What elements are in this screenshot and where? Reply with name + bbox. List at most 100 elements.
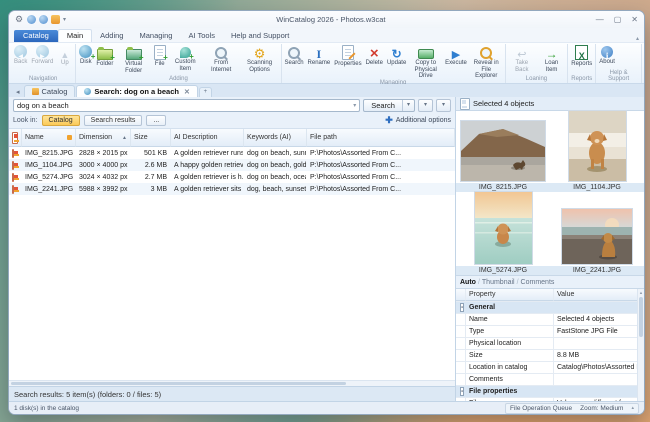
property-row-size[interactable]: Size 8.8 MB — [456, 350, 644, 362]
file-button[interactable]: File — [152, 44, 168, 68]
search-input-box[interactable]: ▾ — [13, 99, 360, 112]
scrollbar-thumb[interactable] — [639, 297, 643, 337]
loan-item-button[interactable]: Loan Item — [537, 44, 566, 73]
search-option-button-1[interactable]: ▾ — [418, 99, 433, 112]
execute-button[interactable]: Execute — [443, 44, 469, 67]
column-header-name[interactable]: Name — [22, 129, 76, 147]
look-in-search-results-chip[interactable]: Search results — [84, 115, 143, 126]
up-button[interactable]: Up — [55, 44, 74, 67]
properties-button[interactable]: Properties — [332, 44, 363, 68]
column-header-dimension[interactable]: Dimension▲ — [76, 129, 131, 147]
cell-keywords[interactable]: dog, beach, sunset, golden retriever, sa… — [244, 183, 307, 195]
cell-file-path[interactable]: P:\Photos\Assorted From C... — [307, 171, 455, 183]
cell-size[interactable]: 3 MB — [131, 183, 171, 195]
column-header-file-path[interactable]: File path — [307, 129, 455, 147]
tab-managing[interactable]: Managing — [131, 30, 180, 42]
property-group-file-properties[interactable]: - File properties — [456, 386, 644, 398]
property-row-location-in-catalog[interactable]: Location in catalog Catalog\Photos\Assor… — [456, 362, 644, 374]
cell-file-path[interactable]: P:\Photos\Assorted From C... — [307, 183, 455, 195]
cell-name[interactable]: IMG_8215.JPG — [22, 147, 76, 159]
property-group-general[interactable]: - General — [456, 302, 644, 314]
ribbon-collapse-icon[interactable]: ▴ — [636, 35, 639, 42]
cell-keywords[interactable]: dog on beach, sunrise landscape, water r… — [244, 147, 307, 159]
redo-icon[interactable] — [39, 15, 48, 24]
search-input[interactable] — [17, 101, 353, 110]
cell-keywords[interactable]: dog on beach, golden retriever, ocean wa… — [244, 159, 307, 171]
file-operation-queue-button[interactable]: File Operation Queue — [510, 405, 572, 412]
minimize-button[interactable]: — — [596, 16, 604, 24]
doc-tab-catalog[interactable]: Catalog — [24, 85, 76, 97]
cell-ai-description[interactable]: A golden retriever sits ... — [171, 183, 244, 195]
thumbnail-img-2241[interactable]: IMG_2241.JPG — [550, 192, 644, 275]
rename-button[interactable]: Rename — [306, 44, 333, 67]
delete-button[interactable]: Delete — [364, 44, 385, 67]
look-in-catalog-chip[interactable]: Catalog — [42, 115, 80, 126]
cell-dimension[interactable]: 3000 × 4000 px — [76, 159, 131, 171]
property-row-filename[interactable]: Filename Values are different for vario.… — [456, 398, 644, 401]
about-button[interactable]: About — [597, 44, 617, 66]
thumbnail-img-8215[interactable]: IMG_8215.JPG — [456, 111, 550, 192]
tab-scroll-left-icon[interactable]: ◂ — [13, 88, 23, 97]
cell-size[interactable]: 501 KB — [131, 147, 171, 159]
value-column-header[interactable]: Value — [554, 289, 644, 301]
cell-keywords[interactable]: dog on beach, ocean water, sunset, golde… — [244, 171, 307, 183]
tab-auto[interactable]: Auto — [460, 279, 476, 286]
cell-name[interactable]: IMG_1104.JPG — [22, 159, 76, 171]
cell-size[interactable]: 2.7 MB — [131, 171, 171, 183]
property-column-header[interactable]: Property — [466, 289, 554, 301]
collapse-icon[interactable]: - — [460, 387, 464, 396]
additional-options-button[interactable]: ✚ Additional options — [385, 115, 451, 126]
scrollbar-thumb[interactable] — [11, 382, 346, 385]
look-in-more-button[interactable]: ... — [146, 115, 166, 126]
column-header-size[interactable]: Size — [131, 129, 171, 147]
column-header-keywords[interactable]: Keywords (AI) — [244, 129, 307, 147]
forward-button[interactable]: Forward — [29, 44, 55, 66]
thumbnail-img-1104[interactable]: IMG_1104.JPG — [550, 111, 644, 192]
tab-help-support[interactable]: Help and Support — [223, 30, 297, 42]
cell-dimension[interactable]: 3024 × 4032 px — [76, 171, 131, 183]
cell-ai-description[interactable]: A golden retriever is h... — [171, 171, 244, 183]
catalog-file-button[interactable]: Catalog — [14, 30, 58, 42]
tab-thumbnail[interactable]: Thumbnail — [482, 279, 515, 286]
zoom-dropdown-icon[interactable]: ▴ — [631, 405, 634, 411]
cell-ai-description[interactable]: A golden retriever runs... — [171, 147, 244, 159]
scanning-options-button[interactable]: Scanning Options — [240, 44, 280, 73]
update-button[interactable]: Update — [385, 44, 408, 67]
cell-dimension[interactable]: 2828 × 2015 px — [76, 147, 131, 159]
undo-icon[interactable] — [27, 15, 36, 24]
cell-ai-description[interactable]: A happy golden retriev... — [171, 159, 244, 171]
property-row-name[interactable]: Name Selected 4 objects — [456, 314, 644, 326]
thumbnail-img-5274[interactable]: IMG_5274.JPG — [456, 192, 550, 275]
cell-file-path[interactable]: P:\Photos\Assorted From C... — [307, 159, 455, 171]
horizontal-scrollbar[interactable] — [9, 380, 455, 386]
save-icon[interactable] — [51, 15, 60, 24]
maximize-button[interactable]: ▢ — [614, 16, 622, 24]
take-back-button[interactable]: Take Back — [507, 44, 537, 73]
cell-name[interactable]: IMG_2241.JPG — [22, 183, 76, 195]
property-row-physical-location[interactable]: Physical location — [456, 338, 644, 350]
search-option-button-2[interactable]: ▾ — [436, 99, 451, 112]
virtual-folder-button[interactable]: Virtual Folder — [115, 44, 151, 74]
property-row-comments[interactable]: Comments — [456, 374, 644, 386]
scroll-up-icon[interactable]: ▲ — [638, 289, 644, 296]
cell-file-path[interactable]: P:\Photos\Assorted From C... — [307, 147, 455, 159]
from-internet-button[interactable]: From Internet — [203, 44, 240, 73]
close-tab-icon[interactable]: ✕ — [184, 88, 190, 96]
reveal-in-file-explorer-button[interactable]: Reveal in File Explorer — [469, 44, 504, 80]
vertical-scrollbar[interactable]: ▲ — [637, 289, 644, 401]
search-history-dropdown-icon[interactable]: ▾ — [353, 102, 356, 109]
column-header-ai-description[interactable]: AI Description — [171, 129, 244, 147]
cell-dimension[interactable]: 5988 × 3992 px — [76, 183, 131, 195]
tab-ai-tools[interactable]: AI Tools — [180, 30, 223, 42]
column-header-icon[interactable] — [9, 129, 22, 147]
tab-adding[interactable]: Adding — [92, 30, 131, 42]
close-button[interactable]: ✕ — [631, 16, 638, 24]
tab-comments[interactable]: Comments — [521, 279, 555, 286]
cell-size[interactable]: 2.6 MB — [131, 159, 171, 171]
disk-button[interactable]: Disk — [77, 44, 94, 66]
doc-tab-search[interactable]: Search: dog on a beach ✕ — [76, 85, 197, 97]
collapse-icon[interactable]: - — [460, 303, 464, 312]
search-button-dropdown-icon[interactable]: ▾ — [402, 100, 414, 111]
copy-to-physical-drive-button[interactable]: Copy to Physical Drive — [408, 44, 443, 80]
reports-button[interactable]: Reports — [569, 44, 594, 68]
